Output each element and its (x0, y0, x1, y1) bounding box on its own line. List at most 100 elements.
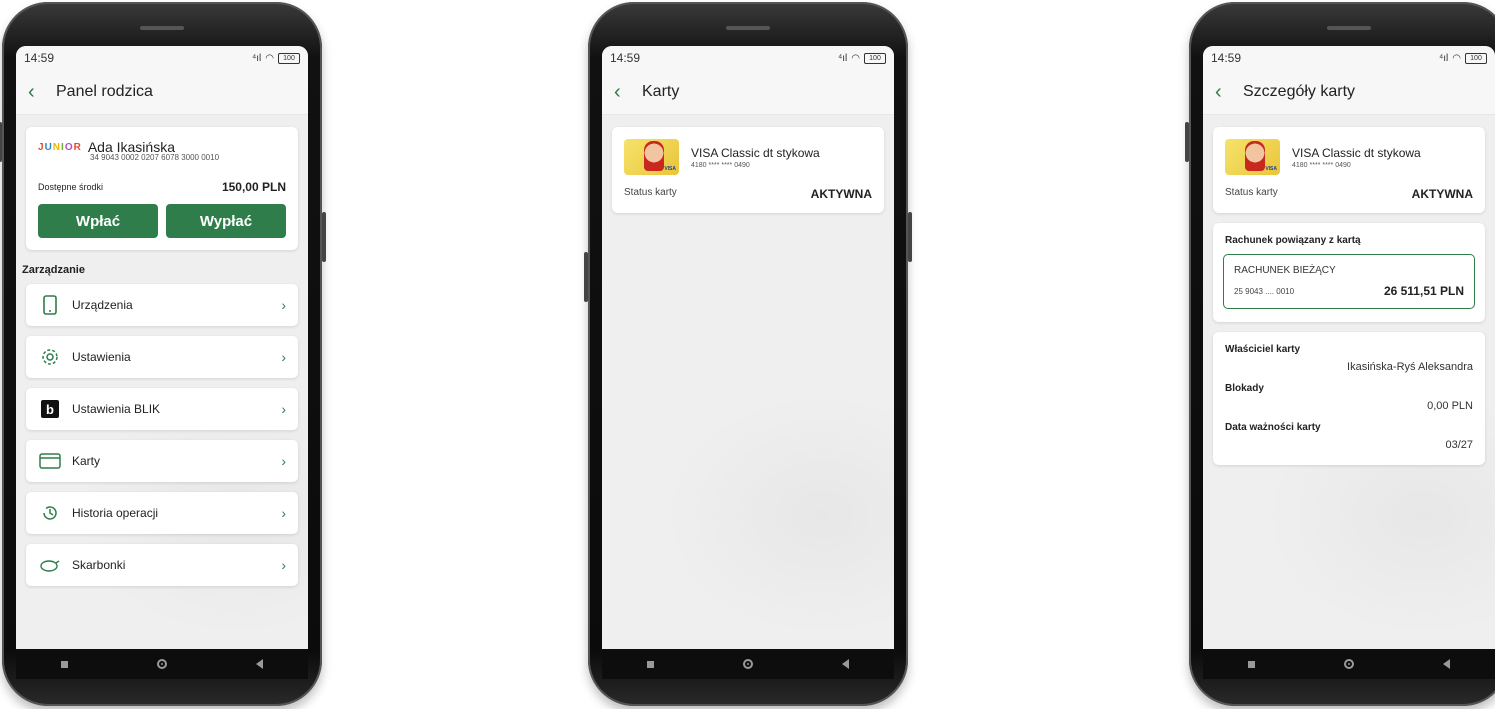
battery-icon: 100 (278, 52, 300, 64)
menu-item-label: Urządzenia (72, 298, 133, 312)
status-badge: AKTYWNA (810, 187, 872, 201)
history-icon (38, 502, 62, 524)
content: VISA VISA Classic dt stykowa 4180 **** *… (1203, 115, 1495, 649)
menu-item-label: Ustawienia BLIK (72, 402, 161, 416)
menu-item-label: Skarbonki (72, 558, 126, 572)
wifi-icon: ◠ (851, 52, 860, 64)
back-arrow-icon[interactable]: ‹ (614, 81, 642, 104)
app-bar: ‹ Panel rodzica (16, 70, 308, 115)
side-button (1185, 122, 1189, 162)
menu-item-ustawienia-blik[interactable]: b Ustawienia BLIK › (26, 388, 298, 430)
card-summary: VISA VISA Classic dt stykowa 4180 **** *… (1213, 127, 1485, 213)
section-title: Zarządzanie (22, 264, 85, 276)
linked-account-card: Rachunek powiązany z kartą RACHUNEK BIEŻ… (1213, 223, 1485, 322)
clock: 14:59 (24, 51, 55, 65)
card-name: VISA Classic dt stykowa (1292, 145, 1421, 160)
home-icon[interactable] (1343, 659, 1354, 669)
status-label: Status karty (624, 187, 677, 198)
wifi-icon: ◠ (1452, 52, 1461, 64)
phone-icon (38, 294, 62, 316)
card-image: VISA (624, 139, 679, 175)
account-number: 34 9043 0002 0207 6078 3000 0010 (90, 153, 220, 162)
phone-szczegoly-karty: 14:59 ⁴ıl ◠ 100 ‹ Szczegóły karty VISA VIS… (1185, 2, 1495, 706)
deposit-button[interactable]: Wpłać (38, 204, 158, 238)
card-icon (38, 450, 62, 472)
status-bar: 14:59 ⁴ıl ◠ 100 (602, 46, 894, 70)
phone-karty: 14:59 ⁴ıl ◠ 100 ‹ Karty VISA VISA Classic … (584, 2, 912, 706)
menu-item-historia[interactable]: Historia operacji › (26, 492, 298, 534)
status-label: Status karty (1225, 187, 1278, 198)
speaker (140, 26, 184, 30)
speaker (726, 26, 770, 30)
volume-button (322, 212, 326, 262)
card-name: VISA Classic dt stykowa (691, 145, 820, 160)
expiry-label: Data ważności karty (1225, 422, 1321, 433)
expiry-value: 03/27 (1445, 439, 1473, 451)
clock: 14:59 (1211, 51, 1242, 65)
android-nav-bar (1203, 649, 1495, 679)
chevron-right-icon: › (281, 349, 286, 365)
menu-item-label: Historia operacji (72, 506, 159, 520)
menu-item-label: Karty (72, 454, 101, 468)
android-nav-bar (602, 649, 894, 679)
signal-icon: ⁴ıl (837, 52, 848, 64)
side-button (0, 122, 2, 162)
child-account-card: JUNIOR Ada Ikasińska 34 9043 0002 0207 6… (26, 127, 298, 250)
home-icon[interactable] (156, 659, 167, 669)
menu-item-karty[interactable]: Karty › (26, 440, 298, 482)
content: VISA VISA Classic dt stykowa 4180 **** *… (602, 115, 894, 649)
junior-logo: JUNIOR (38, 141, 82, 153)
content: JUNIOR Ada Ikasińska 34 9043 0002 0207 6… (16, 115, 308, 649)
blocks-value: 0,00 PLN (1427, 400, 1473, 412)
status-badge: AKTYWNA (1411, 187, 1473, 201)
recents-icon[interactable] (1247, 660, 1255, 668)
side-button (584, 252, 588, 302)
chevron-right-icon: › (281, 401, 286, 417)
chevron-right-icon: › (281, 297, 286, 313)
blocks-label: Blokady (1225, 383, 1264, 394)
account-number: 25 9043 .... 0010 (1234, 286, 1295, 296)
battery-icon: 100 (864, 52, 886, 64)
blik-icon: b (38, 398, 62, 420)
gear-icon (38, 346, 62, 368)
chevron-right-icon: › (281, 453, 286, 469)
screen: 14:59 ⁴ıl ◠ 100 ‹ Karty VISA VISA Classic … (602, 46, 894, 649)
page-title: Panel rodzica (56, 83, 153, 100)
screen: 14:59 ⁴ıl ◠ 100 ‹ Panel rodzica JUNIOR Ada… (16, 46, 308, 649)
back-triangle-icon[interactable] (1443, 659, 1451, 669)
chevron-right-icon: › (281, 505, 286, 521)
card-number: 4180 **** **** 0490 (691, 161, 750, 169)
balance-value: 150,00 PLN (221, 180, 286, 194)
piggy-bank-icon (38, 554, 62, 576)
back-triangle-icon[interactable] (256, 659, 264, 669)
card-image: VISA (1225, 139, 1280, 175)
android-nav-bar (16, 649, 308, 679)
recents-icon[interactable] (60, 660, 68, 668)
status-bar: 14:59 ⁴ıl ◠ 100 (16, 46, 308, 70)
battery-icon: 100 (1465, 52, 1487, 64)
back-triangle-icon[interactable] (842, 659, 850, 669)
clock: 14:59 (610, 51, 641, 65)
speaker (1327, 26, 1371, 30)
svg-text:b: b (46, 402, 54, 417)
owner-label: Właściciel karty (1225, 344, 1301, 355)
recents-icon[interactable] (646, 660, 654, 668)
linked-account[interactable]: RACHUNEK BIEŻĄCY 25 9043 .... 0010 26 51… (1223, 254, 1475, 309)
menu-item-ustawienia[interactable]: Ustawienia › (26, 336, 298, 378)
signal-icon: ⁴ıl (251, 52, 262, 64)
menu-item-urzadzenia[interactable]: Urządzenia › (26, 284, 298, 326)
menu-item-skarbonki[interactable]: Skarbonki › (26, 544, 298, 586)
card-number: 4180 **** **** 0490 (1292, 161, 1351, 169)
menu-item-label: Ustawienia (72, 350, 131, 364)
back-arrow-icon[interactable]: ‹ (28, 81, 56, 104)
page-title: Szczegóły karty (1243, 83, 1356, 100)
linked-account-title: Rachunek powiązany z kartą (1225, 235, 1361, 246)
back-arrow-icon[interactable]: ‹ (1215, 81, 1243, 104)
card-details: Właściciel karty Ikasińska-Ryś Aleksandr… (1213, 332, 1485, 465)
withdraw-button[interactable]: Wypłać (166, 204, 286, 238)
card-item[interactable]: VISA VISA Classic dt stykowa 4180 **** *… (612, 127, 884, 213)
screen: 14:59 ⁴ıl ◠ 100 ‹ Szczegóły karty VISA VIS… (1203, 46, 1495, 649)
home-icon[interactable] (742, 659, 753, 669)
status-bar: 14:59 ⁴ıl ◠ 100 (1203, 46, 1495, 70)
wifi-icon: ◠ (265, 52, 274, 64)
